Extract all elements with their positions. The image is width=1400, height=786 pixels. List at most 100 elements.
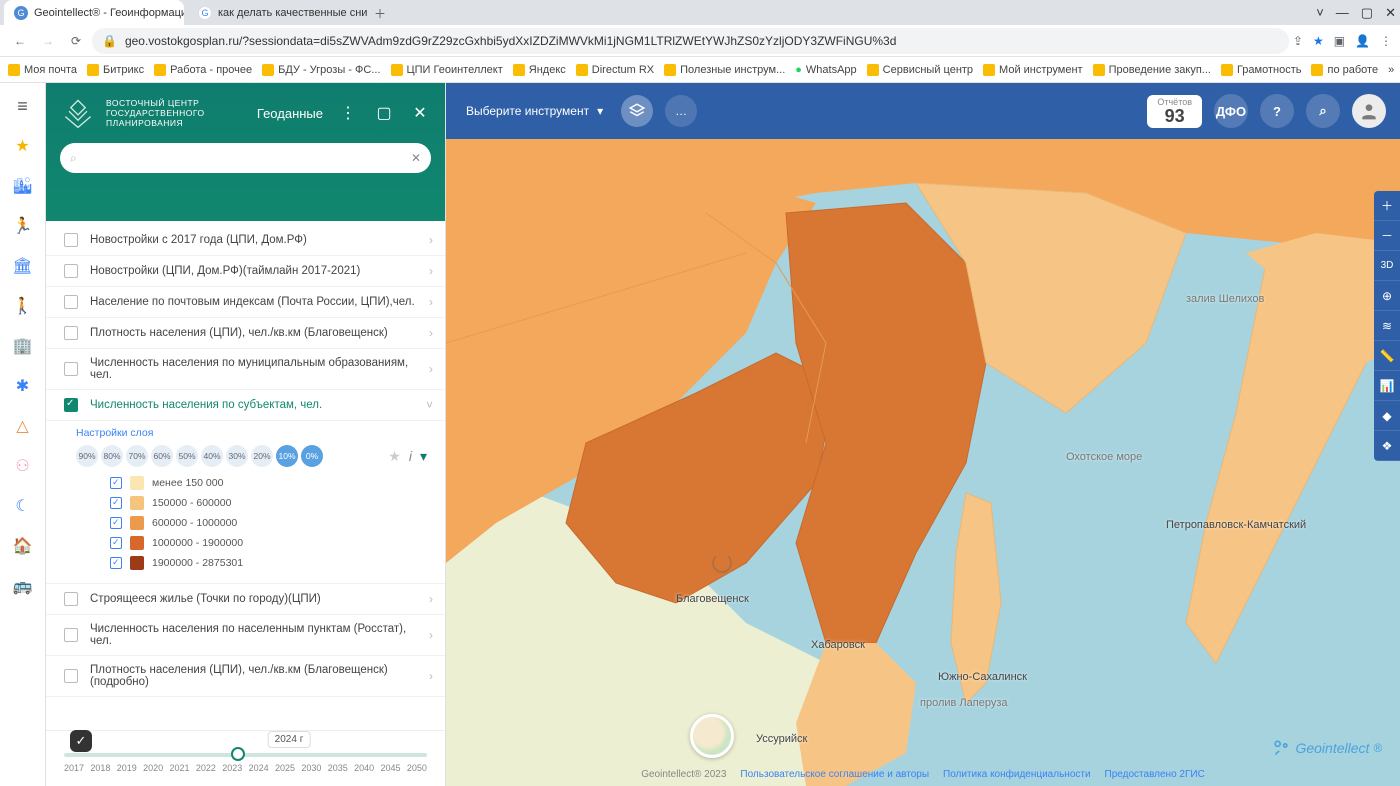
opacity-button[interactable]: 60% [151, 445, 173, 467]
layer-checkbox[interactable] [64, 669, 78, 683]
basemap-button[interactable]: ❖ [1374, 431, 1400, 461]
3d-toggle-button[interactable]: 3D [1374, 251, 1400, 281]
new-tab-button[interactable]: ＋ [368, 1, 392, 25]
browser-tab-active[interactable]: G Geointellect® - Геоинформацио ✕ [4, 0, 184, 25]
console-icon[interactable]: ✓ [70, 730, 92, 752]
bookmark-item[interactable]: Проведение закуп... [1093, 64, 1211, 76]
bookmark-item[interactable]: ЦПИ Геоинтеллект [391, 64, 503, 76]
layer-checkbox[interactable] [64, 398, 78, 412]
help-button[interactable]: ? [1260, 94, 1294, 128]
layer-checkbox[interactable] [64, 592, 78, 606]
chevron-right-icon[interactable]: › [429, 326, 433, 340]
side-panel-icon[interactable]: ▣ [1334, 34, 1345, 48]
bookmark-item[interactable]: Полезные инструм... [664, 64, 785, 76]
legend-checkbox[interactable] [110, 497, 122, 509]
opacity-button[interactable]: 90% [76, 445, 98, 467]
layer-row[interactable]: Население по почтовым индексам (Почта Ро… [46, 287, 445, 318]
layer-checkbox[interactable] [64, 233, 78, 247]
chevron-right-icon[interactable]: › [429, 592, 433, 606]
zoom-in-button[interactable]: ＋ [1374, 191, 1400, 221]
legend-item[interactable]: 150000 - 600000 [110, 493, 427, 513]
chevron-right-icon[interactable]: › [429, 295, 433, 309]
legend-checkbox[interactable] [110, 557, 122, 569]
chevron-right-icon[interactable]: › [429, 264, 433, 278]
filter-icon[interactable]: ▾ [420, 448, 427, 465]
footer-link[interactable]: Политика конфиденциальности [943, 769, 1091, 780]
opacity-button[interactable]: 70% [126, 445, 148, 467]
legend-checkbox[interactable] [110, 537, 122, 549]
star-icon[interactable]: ★ [1313, 34, 1324, 48]
global-search-button[interactable]: ⌕ [1306, 94, 1340, 128]
dfo-button[interactable]: ДФО [1214, 94, 1248, 128]
bookmark-item[interactable]: ●WhatsApp [795, 64, 856, 76]
layer-checkbox[interactable] [64, 628, 78, 642]
bank-icon[interactable]: 🏛 [10, 253, 36, 279]
opacity-button[interactable]: 50% [176, 445, 198, 467]
footer-link[interactable]: Пользовательское соглашение и авторы [740, 769, 929, 780]
legend-item[interactable]: 1900000 - 2875301 [110, 553, 427, 573]
nav-forward-button[interactable]: → [36, 29, 60, 53]
layer-row-active[interactable]: Численность населения по субъектам, чел.… [46, 390, 445, 421]
sport-icon[interactable]: 🏃 [10, 213, 36, 239]
chevron-down-icon[interactable]: ˅ [426, 398, 433, 412]
timeline[interactable]: 2024 г 201720182019 202020212022 2023202… [46, 730, 445, 786]
layer-row[interactable]: Новостройки (ЦПИ, Дом.РФ)(таймлайн 2017-… [46, 256, 445, 287]
more-tools-button[interactable]: … [665, 95, 697, 127]
layer-row[interactable]: Новостройки с 2017 года (ЦПИ, Дом.РФ) › [46, 225, 445, 256]
chevron-right-icon[interactable]: › [429, 233, 433, 247]
opacity-button-selected[interactable]: 10% [276, 445, 298, 467]
bookmark-item[interactable]: Мой инструмент [983, 64, 1083, 76]
chevron-right-icon[interactable]: › [429, 362, 433, 376]
url-input[interactable]: 🔒 geo.vostokgosplan.ru/?sessiondata=di5s… [92, 28, 1289, 54]
warning-icon[interactable]: △ [10, 413, 36, 439]
layer-row[interactable]: Плотность населения (ЦПИ), чел./кв.км (Б… [46, 318, 445, 349]
opacity-button[interactable]: 40% [201, 445, 223, 467]
chevron-right-icon[interactable]: › [429, 628, 433, 642]
city-icon[interactable]: 🏙 [10, 173, 36, 199]
bookmark-item[interactable]: Directum RX [576, 64, 654, 76]
legend-item[interactable]: 1000000 - 1900000 [110, 533, 427, 553]
bookmarks-overflow-button[interactable]: » [1388, 64, 1394, 76]
opacity-button[interactable]: 30% [226, 445, 248, 467]
zoom-out-button[interactable]: － [1374, 221, 1400, 251]
nav-back-button[interactable]: ← [8, 29, 32, 53]
search-field[interactable] [77, 150, 411, 166]
select-tool-dropdown[interactable]: Выберите инструмент ▾ [460, 104, 609, 118]
search-input[interactable]: ⌕ ✕ [60, 143, 431, 173]
bookmark-item[interactable]: Яндекс [513, 64, 566, 76]
legend-checkbox[interactable] [110, 517, 122, 529]
compass-button[interactable]: ⊕ [1374, 281, 1400, 311]
share-icon[interactable]: ⇪ [1293, 34, 1303, 48]
layers-stack-button[interactable]: ≋ [1374, 311, 1400, 341]
bubbles-icon[interactable]: ⚇ [10, 453, 36, 479]
layer-row[interactable]: Плотность населения (ЦПИ), чел./кв.км (Б… [46, 656, 445, 697]
clear-search-icon[interactable]: ✕ [411, 151, 421, 165]
window-minimize-button[interactable]: — [1336, 5, 1349, 20]
nav-refresh-button[interactable]: ⟳ [64, 29, 88, 53]
star-icon[interactable]: ★ [10, 133, 36, 159]
layer-checkbox[interactable] [64, 264, 78, 278]
layer-row[interactable]: Численность населения по муниципальным о… [46, 349, 445, 390]
map-canvas[interactable]: Выберите инструмент ▾ … Отчётов 93 ДФО ?… [446, 83, 1400, 786]
bookmark-item[interactable]: Битрикс [87, 64, 144, 76]
layer-settings-link[interactable]: Настройки слоя [76, 427, 153, 439]
favorite-icon[interactable]: ★ [388, 448, 401, 465]
moon-icon[interactable]: ☾ [10, 493, 36, 519]
bookmark-item[interactable]: Работа - прочее [154, 64, 252, 76]
chart-button[interactable]: 📊 [1374, 371, 1400, 401]
panel-close-icon[interactable]: ✕ [409, 102, 431, 124]
opacity-button[interactable]: 80% [101, 445, 123, 467]
timeline-handle[interactable] [231, 747, 245, 761]
layers-tool-button[interactable] [621, 95, 653, 127]
profile-icon[interactable]: 👤 [1355, 34, 1370, 48]
bookmark-item[interactable]: БДУ - Угрозы - ФС... [262, 64, 380, 76]
info-icon[interactable]: i [409, 448, 412, 464]
bus-icon[interactable]: 🚌 [10, 573, 36, 599]
ruler-button[interactable]: 📏 [1374, 341, 1400, 371]
chevron-right-icon[interactable]: › [429, 669, 433, 683]
layer-row[interactable]: Численность населения по населенным пунк… [46, 615, 445, 656]
layer-checkbox[interactable] [64, 326, 78, 340]
browser-menu-icon[interactable]: ⋮ [1380, 34, 1392, 48]
legend-item[interactable]: 600000 - 1000000 [110, 513, 427, 533]
footer-link[interactable]: Предоставлено 2ГИС [1105, 769, 1205, 780]
